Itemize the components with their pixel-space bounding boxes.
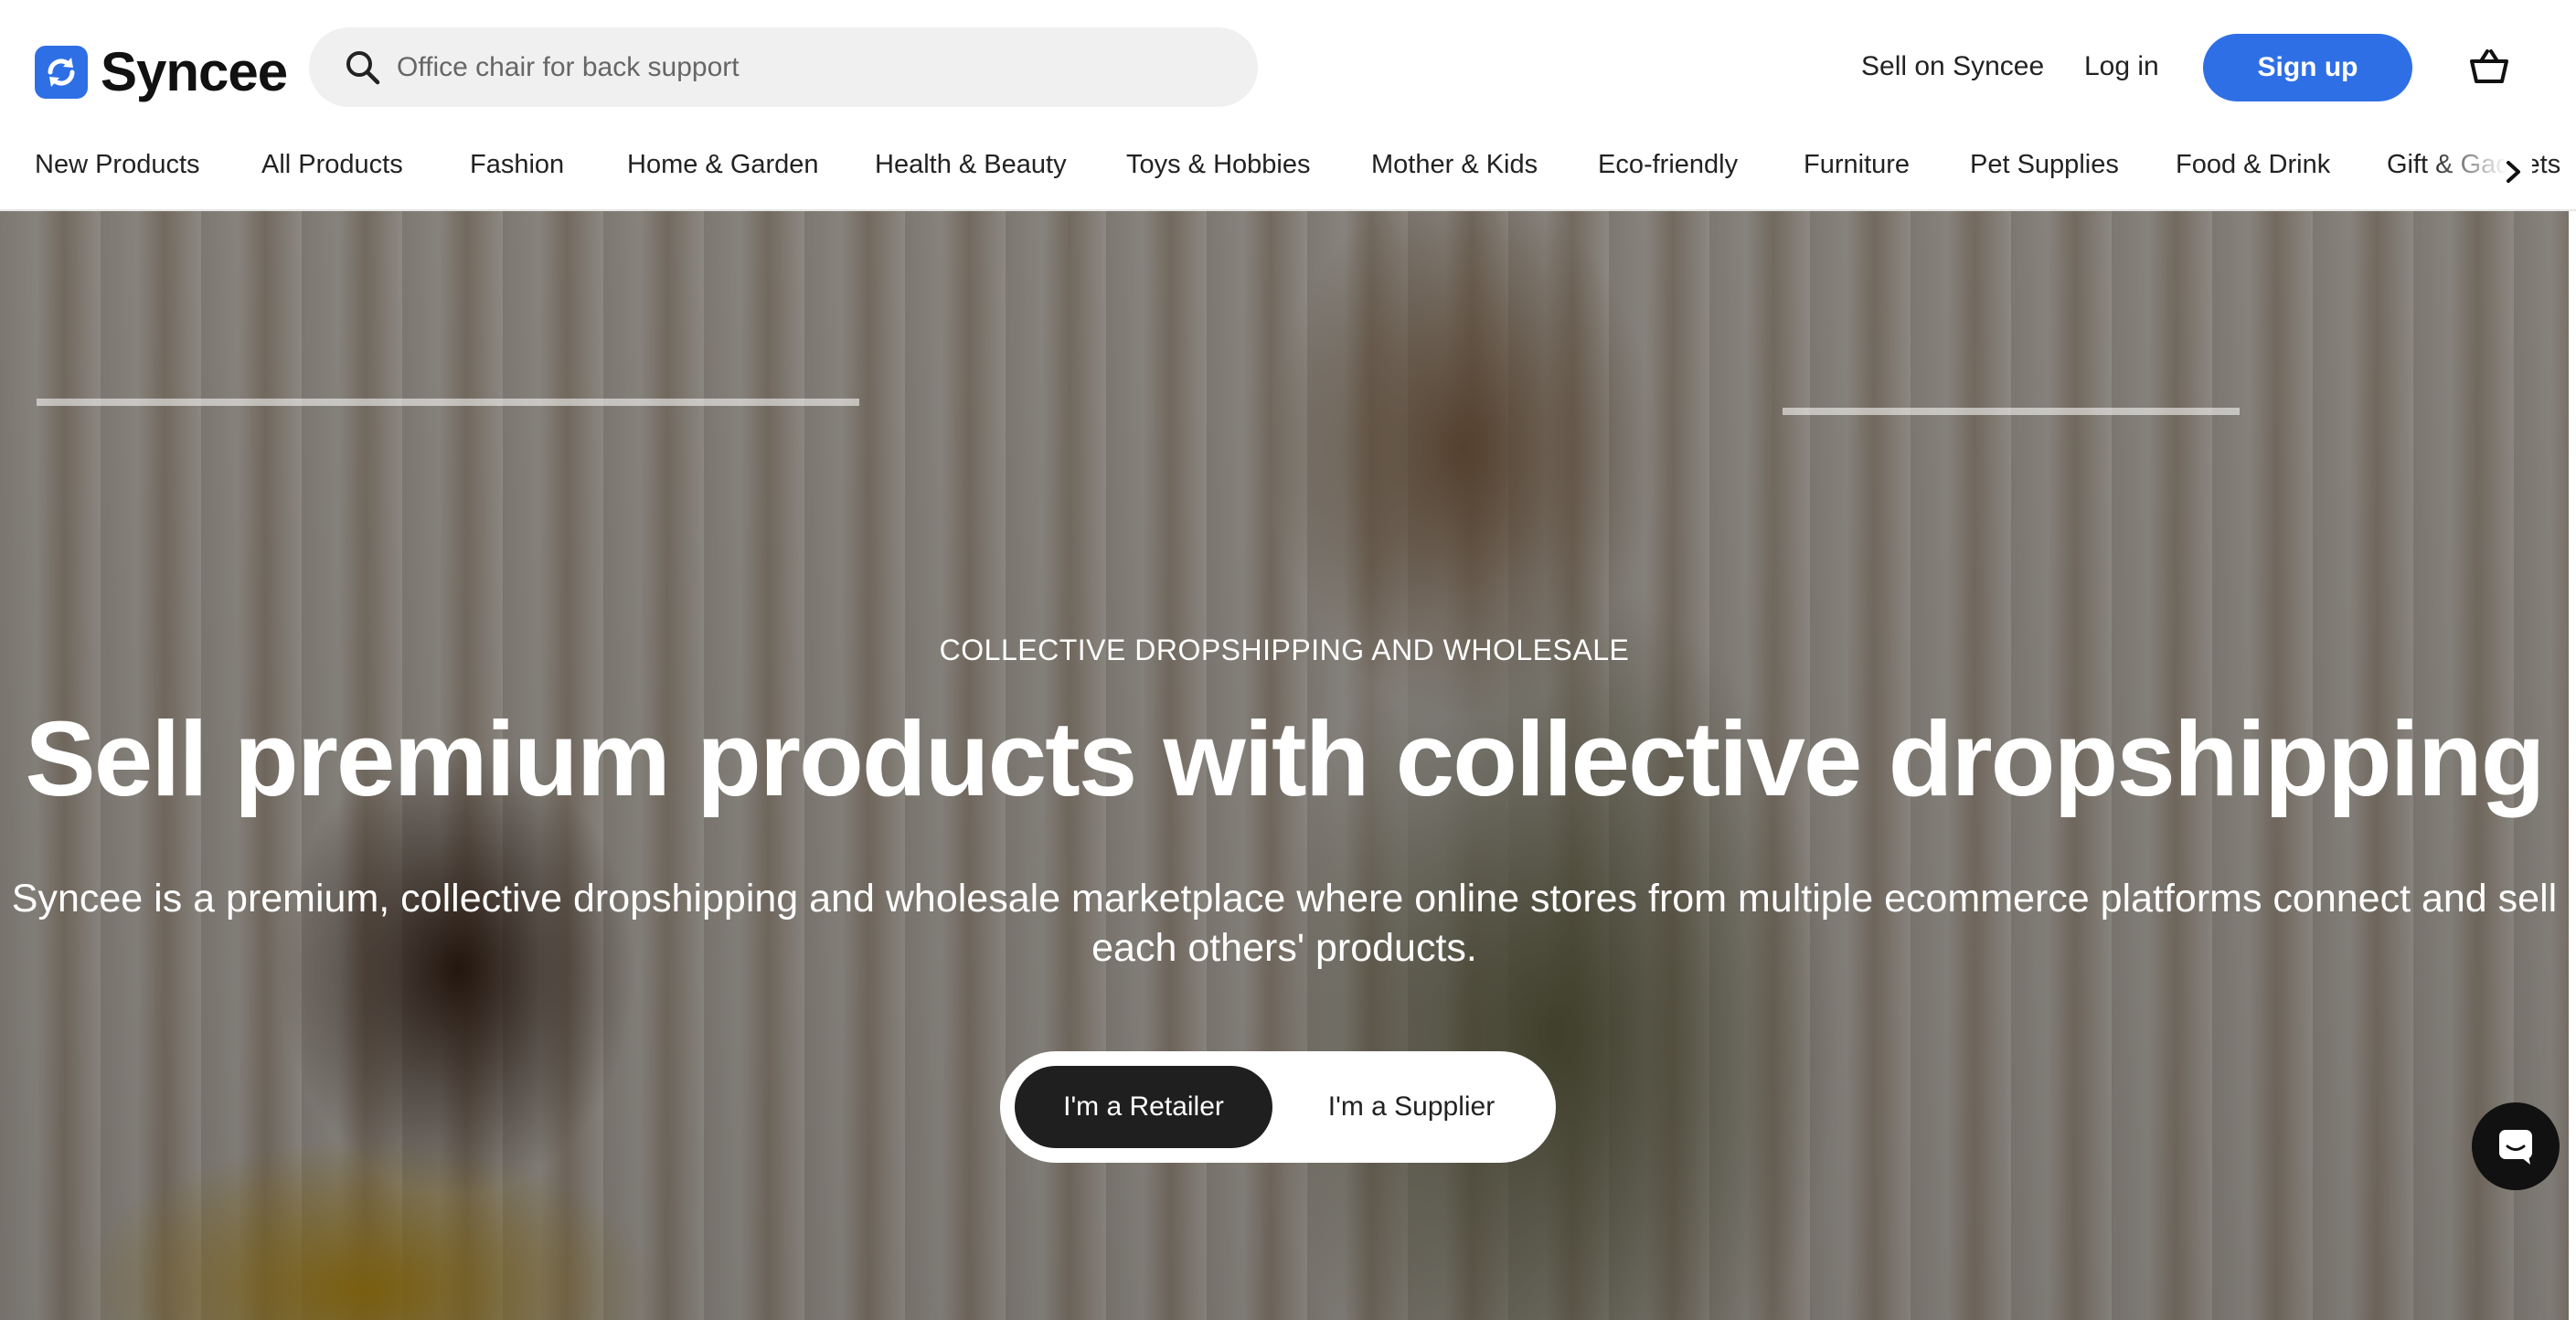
signup-button[interactable]: Sign up bbox=[2203, 34, 2412, 101]
category-all-products[interactable]: All Products bbox=[261, 150, 403, 180]
category-mother-kids[interactable]: Mother & Kids bbox=[1371, 150, 1538, 180]
category-furniture[interactable]: Furniture bbox=[1804, 150, 1910, 180]
search-bar[interactable] bbox=[309, 27, 1258, 107]
clothing-rack-decor bbox=[37, 399, 859, 406]
search-input[interactable] bbox=[395, 50, 1218, 84]
top-bar: Syncee Sell on Syncee Log in Sign up bbox=[0, 0, 2576, 135]
chat-launcher[interactable] bbox=[2472, 1102, 2560, 1190]
retailer-button[interactable]: I'm a Retailer bbox=[1015, 1066, 1272, 1148]
search-icon bbox=[346, 50, 380, 84]
category-health-beauty[interactable]: Health & Beauty bbox=[875, 150, 1067, 180]
brand-logo[interactable]: Syncee bbox=[35, 40, 288, 103]
chevron-right-icon[interactable] bbox=[2500, 154, 2528, 190]
category-eco-friendly[interactable]: Eco-friendly bbox=[1598, 150, 1738, 180]
category-fashion[interactable]: Fashion bbox=[470, 150, 564, 180]
hero-headline: Sell premium products with collective dr… bbox=[25, 699, 2545, 818]
hero-banner: COLLECTIVE DROPSHIPPING AND WHOLESALE Se… bbox=[0, 211, 2569, 1320]
category-new-products[interactable]: New Products bbox=[35, 150, 200, 180]
category-food-drink[interactable]: Food & Drink bbox=[2176, 150, 2330, 180]
category-home-garden[interactable]: Home & Garden bbox=[627, 150, 819, 180]
brand-name: Syncee bbox=[101, 41, 288, 102]
hero-eyebrow: COLLECTIVE DROPSHIPPING AND WHOLESALE bbox=[939, 633, 1630, 666]
category-pet-supplies[interactable]: Pet Supplies bbox=[1970, 150, 2119, 180]
supplier-button[interactable]: I'm a Supplier bbox=[1297, 1066, 1526, 1148]
cart-icon[interactable] bbox=[2468, 48, 2510, 85]
clothing-rack-decor bbox=[1783, 408, 2240, 415]
category-toys-hobbies[interactable]: Toys & Hobbies bbox=[1126, 150, 1311, 180]
category-nav: New Products All Products Fashion Home &… bbox=[0, 135, 2576, 211]
login-link[interactable]: Log in bbox=[2084, 51, 2159, 82]
hero-subtext: Syncee is a premium, collective dropship… bbox=[11, 877, 2558, 970]
chat-icon bbox=[2499, 1130, 2532, 1165]
sell-on-syncee-link[interactable]: Sell on Syncee bbox=[1861, 51, 2044, 82]
logo-mark-icon bbox=[35, 45, 88, 99]
role-toggle: I'm a Retailer I'm a Supplier bbox=[1000, 1051, 1556, 1163]
